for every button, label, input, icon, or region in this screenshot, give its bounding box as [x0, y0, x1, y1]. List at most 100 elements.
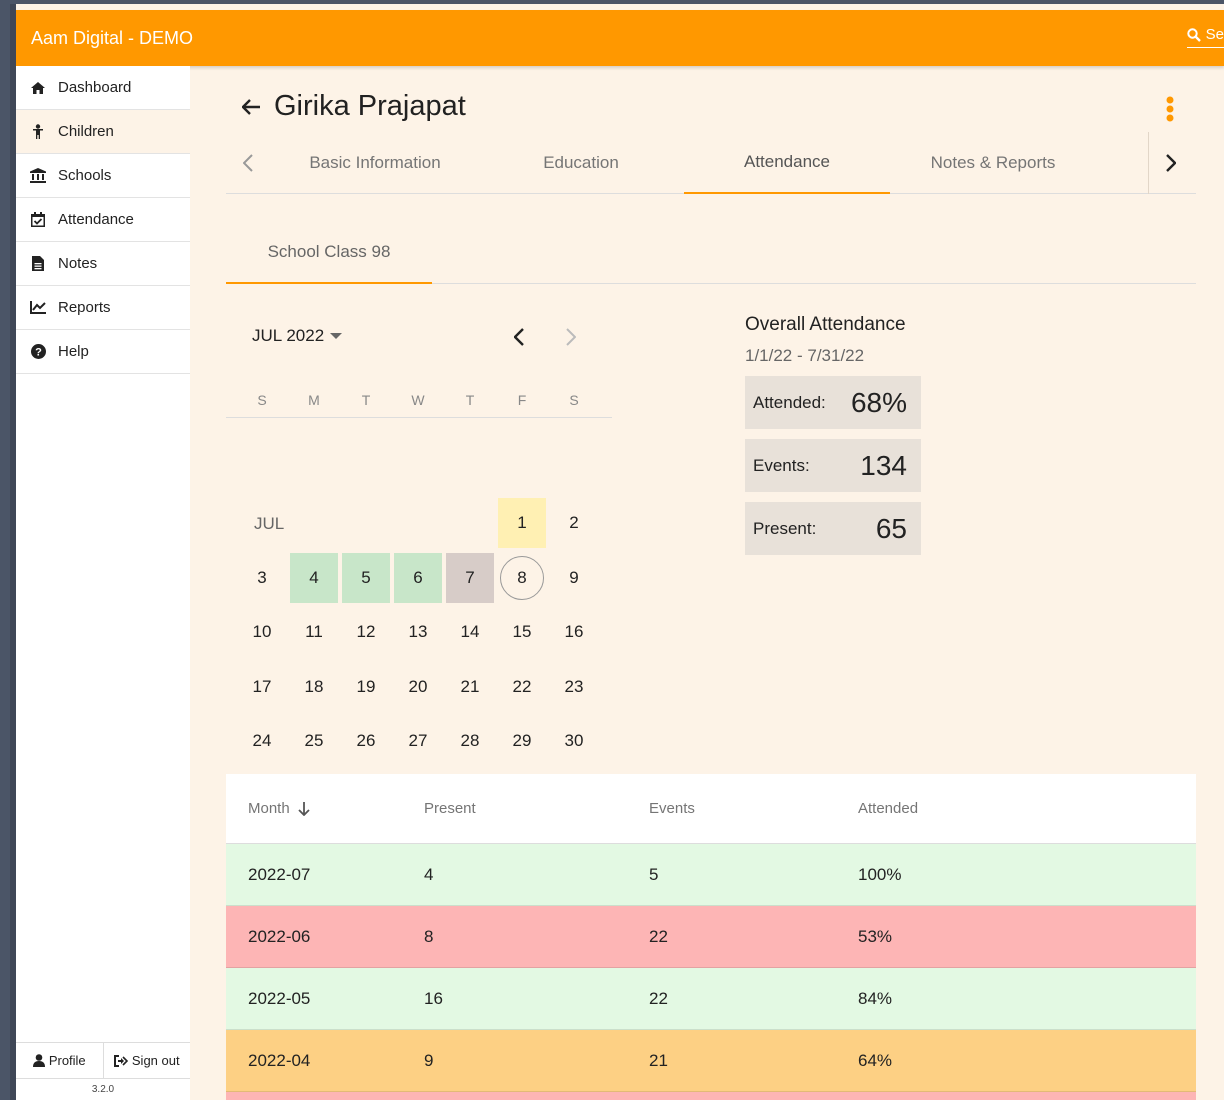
- attended-stat: Attended: 68%: [745, 376, 921, 429]
- chevron-right-icon: [566, 328, 577, 346]
- calendar-day[interactable]: 9: [550, 553, 598, 603]
- calendar-day[interactable]: 13: [394, 607, 442, 657]
- sidebar-item-reports[interactable]: Reports: [16, 286, 190, 330]
- calendar-day[interactable]: 19: [342, 662, 390, 712]
- attendance-calendar: JUL 2022 S M T W T F S JUL 1 2 3 4 5 6 7…: [226, 318, 612, 805]
- calendar-day[interactable]: 10: [238, 607, 286, 657]
- table-row[interactable]: 2022-04 9 21 64%: [226, 1030, 1196, 1092]
- back-arrow-icon[interactable]: [242, 98, 260, 115]
- user-icon: [32, 1054, 45, 1067]
- app-title[interactable]: Aam Digital - DEMO: [31, 28, 193, 49]
- line-chart-icon: [30, 300, 46, 316]
- next-month-button[interactable]: [566, 328, 577, 351]
- calendar-day[interactable]: 30: [550, 716, 598, 766]
- sidebar-footer: Profile Sign out 3.2.0: [16, 1042, 190, 1100]
- overall-attendance-title: Overall Attendance: [745, 314, 906, 335]
- calendar-day[interactable]: 4: [290, 553, 338, 603]
- calendar-check-icon: [30, 212, 46, 228]
- calendar-day[interactable]: 24: [238, 716, 286, 766]
- page-header: Girika Prajapat: [242, 90, 466, 123]
- calendar-day[interactable]: 29: [498, 716, 546, 766]
- sidebar-item-label: Help: [58, 343, 89, 360]
- sidebar-item-notes[interactable]: Notes: [16, 242, 190, 286]
- profile-button[interactable]: Profile: [16, 1043, 104, 1078]
- sidebar-item-dashboard[interactable]: Dashboard: [16, 66, 190, 110]
- column-header-month[interactable]: Month: [226, 800, 424, 817]
- tab-scroll-right-button[interactable]: [1148, 132, 1192, 194]
- weekday-label: S: [257, 392, 267, 408]
- sidebar-item-attendance[interactable]: Attendance: [16, 198, 190, 242]
- sign-out-button[interactable]: Sign out: [104, 1043, 191, 1078]
- calendar-day[interactable]: 20: [394, 662, 442, 712]
- cell-events: 22: [649, 926, 668, 946]
- app-version: 3.2.0: [16, 1078, 190, 1100]
- month-year-selector[interactable]: JUL 2022: [252, 326, 343, 346]
- calendar-day[interactable]: 6: [394, 553, 442, 603]
- table-row[interactable]: 2022-05 16 22 84%: [226, 968, 1196, 1030]
- calendar-day[interactable]: 12: [342, 607, 390, 657]
- weekday-header: S M T W T F S: [226, 384, 612, 418]
- cell-month: 2022-04: [248, 1050, 311, 1070]
- column-header-attended[interactable]: Attended: [858, 800, 1058, 817]
- table-row[interactable]: 2022-07 4 5 100%: [226, 844, 1196, 906]
- sidebar-item-schools[interactable]: Schools: [16, 154, 190, 198]
- sidebar-item-help[interactable]: ? Help: [16, 330, 190, 374]
- sidebar-item-label: Children: [58, 123, 114, 140]
- overall-attendance-panel: Overall Attendance 1/1/22 - 7/31/22 Atte…: [745, 314, 921, 555]
- calendar-day[interactable]: 15: [498, 607, 546, 657]
- column-header-present[interactable]: Present: [424, 800, 649, 817]
- cell-attended: 53%: [858, 926, 893, 946]
- tab-attendance[interactable]: Attendance: [684, 132, 890, 194]
- calendar-day[interactable]: 22: [498, 662, 546, 712]
- table-row[interactable]: 2022-06 8 22 53%: [226, 906, 1196, 968]
- calendar-day[interactable]: 18: [290, 662, 338, 712]
- calendar-day[interactable]: 26: [342, 716, 390, 766]
- calendar-day-today[interactable]: 8: [498, 553, 546, 603]
- cell-present: 4: [424, 864, 434, 884]
- sidebar-item-children[interactable]: Children: [16, 110, 190, 154]
- calendar-day[interactable]: 7: [446, 553, 494, 603]
- present-stat: Present: 65: [745, 502, 921, 555]
- tab-bar: Basic Information Education Attendance N…: [226, 132, 1196, 194]
- tab-education[interactable]: Education: [478, 132, 684, 194]
- calendar-day[interactable]: 21: [446, 662, 494, 712]
- caret-down-icon: [330, 333, 343, 339]
- cell-month: 2022-07: [248, 864, 311, 884]
- sort-down-arrow-icon: [298, 801, 310, 816]
- tab-scroll-left-button[interactable]: [226, 132, 270, 194]
- university-icon: [30, 168, 46, 184]
- events-value: 134: [860, 449, 907, 481]
- calendar-day[interactable]: 5: [342, 553, 390, 603]
- calendar-day[interactable]: 25: [290, 716, 338, 766]
- weekday-label: F: [517, 392, 527, 408]
- calendar-day[interactable]: 16: [550, 607, 598, 657]
- tab-school-class[interactable]: School Class 98: [226, 222, 432, 284]
- calendar-day[interactable]: 17: [238, 662, 286, 712]
- attended-label: Attended:: [753, 392, 826, 412]
- calendar-day[interactable]: 23: [550, 662, 598, 712]
- svg-text:?: ?: [35, 347, 42, 359]
- calendar-day[interactable]: 1: [498, 498, 546, 548]
- date-range: 1/1/22 - 7/31/22: [745, 346, 865, 365]
- tab-basic-information[interactable]: Basic Information: [272, 132, 478, 194]
- search-placeholder: Se: [1205, 26, 1224, 43]
- weekday-label: T: [465, 392, 475, 408]
- column-header-events[interactable]: Events: [649, 800, 858, 817]
- tab-notes-reports[interactable]: Notes & Reports: [890, 132, 1096, 194]
- calendar-day[interactable]: 2: [550, 498, 598, 548]
- calendar-day[interactable]: 27: [394, 716, 442, 766]
- search-field[interactable]: Se: [1186, 26, 1224, 48]
- previous-month-button[interactable]: [513, 328, 524, 351]
- top-toolbar: Aam Digital - DEMO Se: [16, 10, 1224, 66]
- events-label: Events:: [753, 455, 810, 475]
- table-row-partial[interactable]: [226, 1092, 1196, 1100]
- present-label: Present:: [753, 518, 817, 538]
- month-year-label: JUL 2022: [252, 326, 325, 345]
- calendar-day[interactable]: 14: [446, 607, 494, 657]
- cell-events: 21: [649, 1050, 668, 1070]
- table-header: Month Present Events Attended: [226, 774, 1196, 844]
- more-options-button[interactable]: [1166, 96, 1174, 129]
- calendar-day[interactable]: 11: [290, 607, 338, 657]
- calendar-day[interactable]: 3: [238, 553, 286, 603]
- calendar-day[interactable]: 28: [446, 716, 494, 766]
